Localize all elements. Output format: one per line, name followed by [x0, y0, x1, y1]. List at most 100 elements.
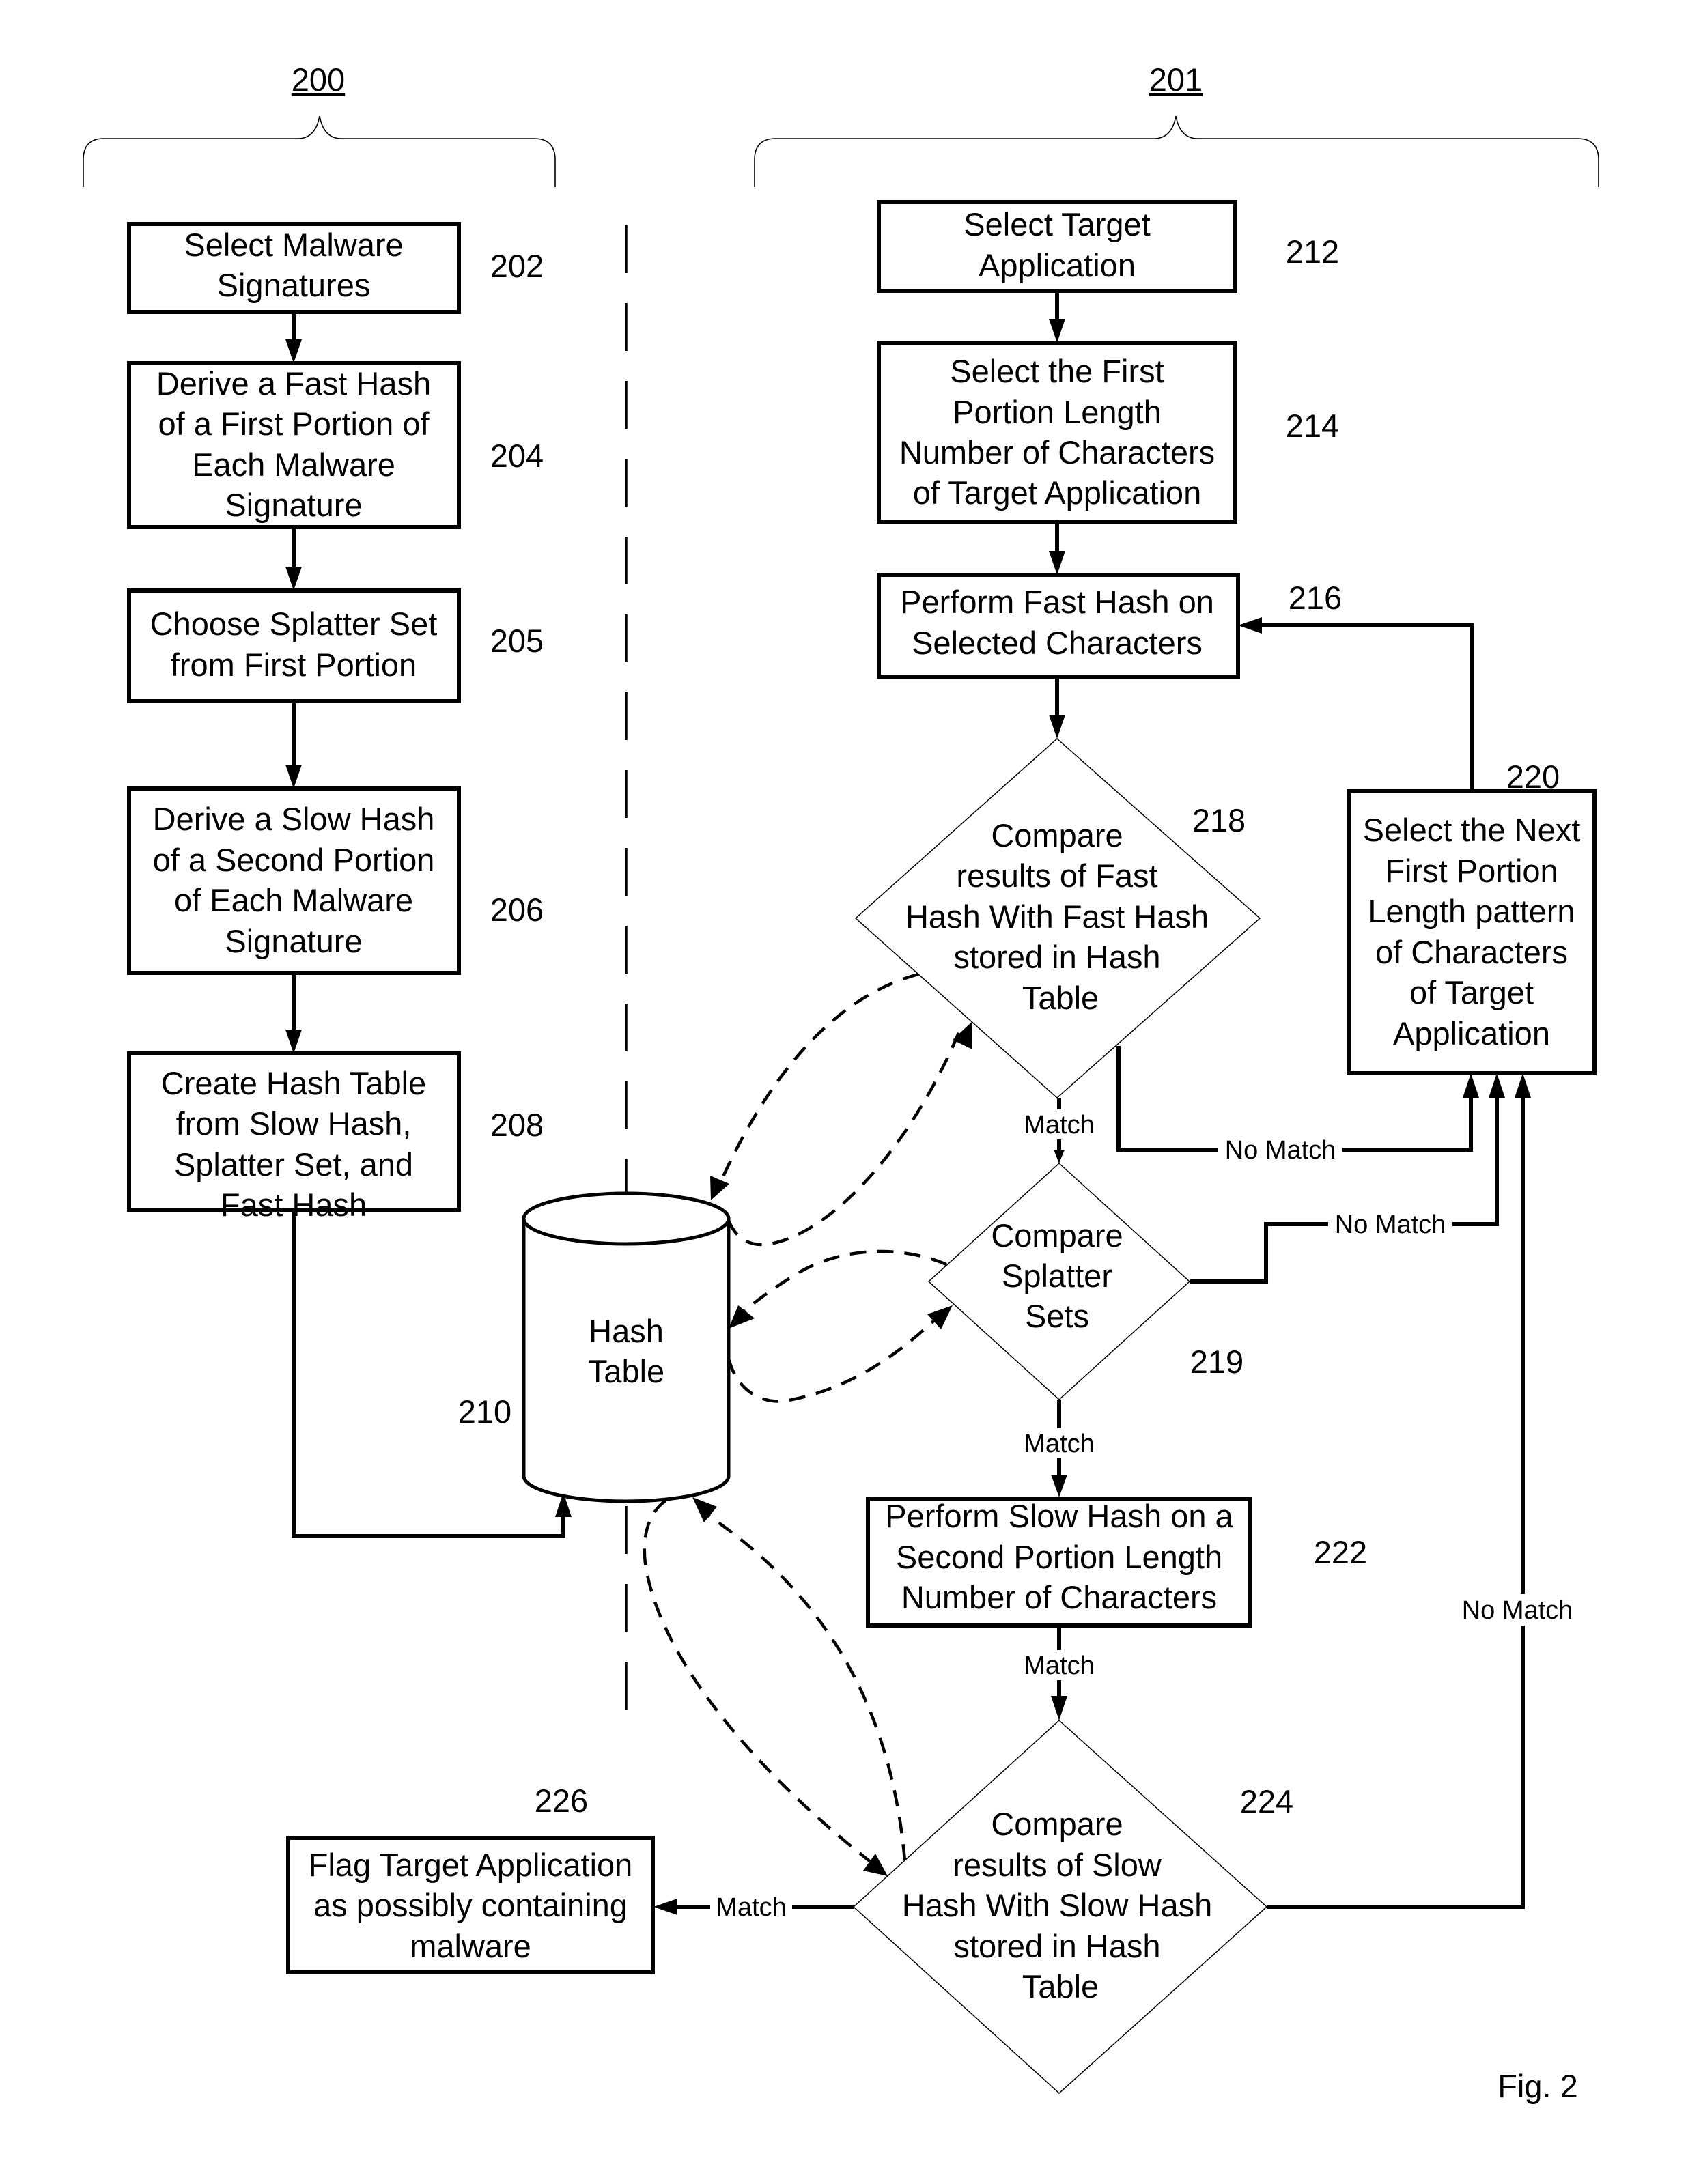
arrowhead-dashed-210-bottom — [692, 1497, 717, 1522]
edge-label-nomatch-224-220: No Match — [1462, 1596, 1573, 1625]
decision-224-line-3: Hash With Slow Hash — [902, 1887, 1213, 1923]
step-226[interactable]: Flag Target Application as possibly cont… — [286, 1836, 655, 1974]
step-214-line-1: Select the First — [950, 353, 1164, 389]
arrowhead-219 — [1054, 1150, 1065, 1163]
decision-224-line-2: results of Slow — [953, 1847, 1162, 1883]
hash-table-line-2: Table — [588, 1353, 664, 1389]
brace-200 — [83, 115, 556, 187]
arrowhead-214 — [1049, 319, 1065, 343]
step-214[interactable]: Select the First Portion Length Number o… — [877, 341, 1237, 524]
arrowhead-205 — [285, 567, 302, 591]
step-206-line-2: of a Second Portion — [153, 842, 435, 878]
arrowhead-226 — [653, 1899, 677, 1915]
ref-220: 220 — [1506, 758, 1560, 795]
step-216-line-2: Selected Characters — [912, 625, 1203, 661]
ref-219: 219 — [1190, 1344, 1243, 1380]
ref-204: 204 — [490, 438, 544, 474]
step-204-line-4: Signature — [225, 487, 362, 523]
step-204[interactable]: Derive a Fast Hash of a First Portion of… — [127, 361, 461, 529]
decision-218-line-4: stored in Hash — [953, 939, 1160, 975]
ref-226: 226 — [535, 1783, 588, 1819]
step-212-line-2: Application — [979, 247, 1136, 283]
edge-label-match-222-224: Match — [1024, 1651, 1094, 1680]
step-204-line-2: of a First Portion of — [158, 406, 430, 442]
decision-219[interactable]: Compare Splatter Sets — [927, 1162, 1191, 1401]
step-208[interactable]: Create Hash Table from Slow Hash, Splatt… — [127, 1051, 461, 1223]
step-222-line-3: Number of Characters — [901, 1579, 1217, 1615]
ref-214: 214 — [1286, 408, 1339, 444]
step-220-line-1: Select the Next — [1363, 812, 1581, 848]
step-222-line-2: Second Portion Length — [896, 1539, 1222, 1575]
step-208-line-3: Splatter Set, and — [174, 1146, 413, 1182]
step-220[interactable]: Select the Next First Portion Length pat… — [1347, 789, 1597, 1075]
decision-218-line-5: Table — [1022, 980, 1099, 1016]
dashed-210-to-218 — [727, 1030, 961, 1247]
decision-219-line-1: Compare — [991, 1217, 1123, 1253]
decision-219-line-2: Splatter — [1002, 1258, 1112, 1294]
ref-218: 218 — [1192, 802, 1246, 838]
edge-220-216 — [1260, 623, 1474, 791]
arrowhead-dashed-218 — [953, 1022, 972, 1049]
step-206-line-4: Signature — [225, 923, 362, 959]
step-204-line-1: Derive a Fast Hash — [156, 365, 431, 401]
decision-218-line-1: Compare — [991, 817, 1123, 853]
arrowhead-224 — [1051, 1696, 1067, 1720]
decision-218-line-2: results of Fast — [956, 857, 1157, 894]
step-226-line-1: Flag Target Application — [309, 1847, 633, 1883]
arrowhead-222 — [1051, 1475, 1067, 1497]
arrowhead-216 — [1049, 551, 1065, 575]
step-205[interactable]: Choose Splatter Set from First Portion — [127, 588, 461, 703]
dashed-210-to-224 — [643, 1499, 879, 1869]
step-220-line-4: of Characters — [1375, 934, 1568, 970]
step-216-line-1: Perform Fast Hash on — [900, 584, 1214, 620]
ref-222: 222 — [1314, 1534, 1367, 1570]
step-216[interactable]: Perform Fast Hash on Selected Characters — [877, 573, 1240, 679]
arrowhead-dashed-219 — [927, 1305, 953, 1329]
step-220-line-3: Length pattern — [1368, 893, 1575, 929]
ref-210: 210 — [458, 1393, 511, 1430]
step-212[interactable]: Select Target Application — [877, 200, 1237, 293]
edge-label-nomatch-218-220: No Match — [1225, 1136, 1336, 1165]
step-214-line-3: Number of Characters — [899, 434, 1215, 470]
edge-label-match-218-219: Match — [1024, 1111, 1094, 1139]
arrowhead-dashed-210-mid — [729, 1305, 755, 1329]
step-220-line-6: Application — [1393, 1015, 1550, 1051]
flowchart-figure: 200 201 Select Malware Signatures 202 De… — [83, 61, 1599, 2104]
hash-table-210[interactable]: Hash Table — [522, 1191, 731, 1503]
decision-224[interactable]: Compare results of Slow Hash With Slow H… — [852, 1719, 1268, 2095]
step-206-line-3: of Each Malware — [174, 882, 413, 918]
step-212-line-1: Select Target — [964, 206, 1150, 242]
step-202[interactable]: Select Malware Signatures — [127, 222, 461, 314]
step-202-line-2: Signatures — [217, 267, 371, 303]
decision-224-line-5: Table — [1022, 1968, 1099, 2004]
arrowhead-220-c — [1515, 1073, 1531, 1098]
step-206-line-1: Derive a Slow Hash — [153, 801, 435, 837]
arrowhead-218 — [1049, 715, 1065, 739]
arrowhead-220-a — [1463, 1073, 1479, 1098]
step-214-line-2: Portion Length — [953, 394, 1162, 430]
edge-label-match-224-226: Match — [716, 1893, 786, 1922]
decision-218[interactable]: Compare results of Fast Hash With Fast H… — [854, 737, 1261, 1099]
edge-label-nomatch-219-220: No Match — [1335, 1210, 1446, 1239]
decision-224-line-4: stored in Hash — [953, 1928, 1160, 1964]
ref-212: 212 — [1286, 233, 1339, 270]
brace-201 — [754, 115, 1599, 187]
step-214-line-4: of Target Application — [913, 474, 1201, 511]
edge-label-match-219-222: Match — [1024, 1430, 1094, 1458]
ref-202: 202 — [490, 248, 544, 284]
figure-caption: Fig. 2 — [1498, 2068, 1578, 2104]
step-206[interactable]: Derive a Slow Hash of a Second Portion o… — [127, 786, 461, 975]
ref-205: 205 — [490, 623, 544, 659]
decision-219-line-3: Sets — [1025, 1298, 1089, 1334]
step-205-line-1: Choose Splatter Set — [150, 606, 438, 642]
ref-206: 206 — [490, 892, 544, 928]
arrowhead-206 — [285, 765, 302, 789]
dashed-210-to-219 — [727, 1313, 942, 1403]
step-222-line-1: Perform Slow Hash on a — [885, 1498, 1233, 1534]
step-222[interactable]: Perform Slow Hash on a Second Portion Le… — [866, 1497, 1252, 1628]
ref-216: 216 — [1289, 580, 1342, 616]
ref-224: 224 — [1240, 1783, 1293, 1819]
group-label-201: 201 — [1149, 61, 1203, 98]
step-226-line-2: as possibly containing — [313, 1887, 628, 1923]
step-220-line-2: First Portion — [1385, 853, 1558, 889]
